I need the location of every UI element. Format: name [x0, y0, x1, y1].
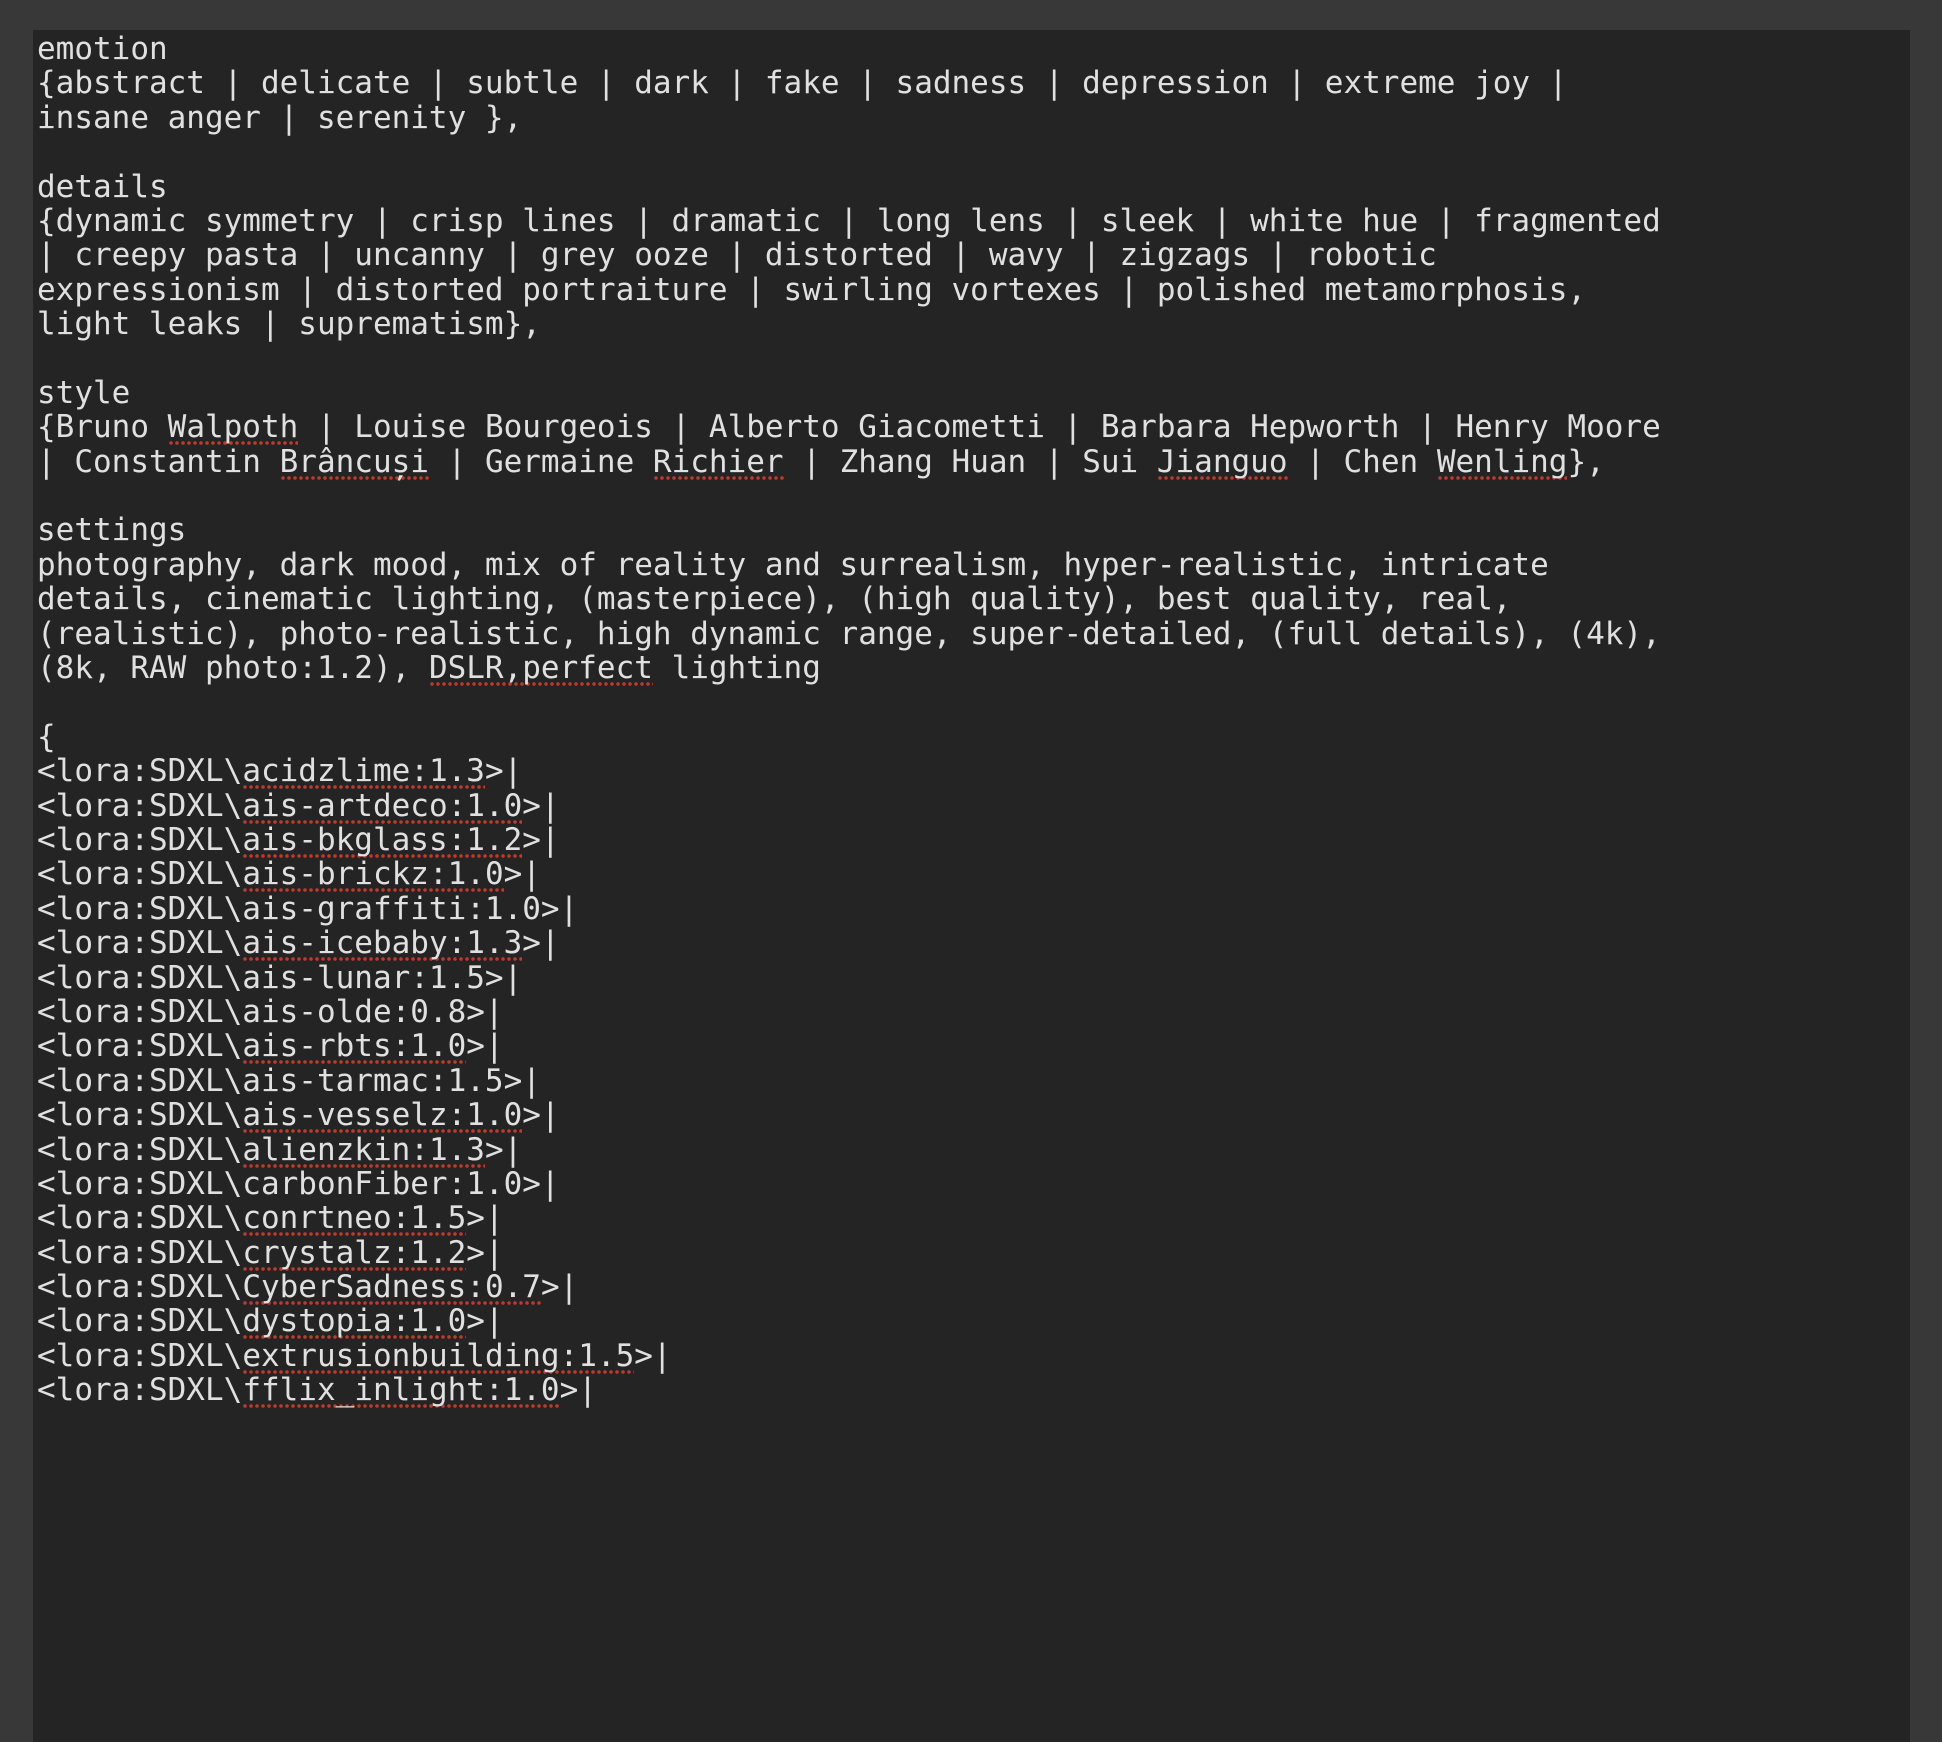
spellcheck-word: extrusionbuilding:1.5 [242, 1337, 635, 1375]
prompt-text-content[interactable]: emotion {abstract | delicate | subtle | d… [37, 31, 1910, 1410]
lora-entry: <lora:SDXL\ais-olde:0.8>| [37, 993, 504, 1030]
lora-entry: <lora:SDXL\ais-tarmac:1.5>| [37, 1062, 541, 1099]
spellcheck-word: DSLR,perfect [428, 650, 653, 688]
spellcheck-word: Brâncuși [279, 443, 429, 481]
section-line-details: expressionism | distorted portraiture | … [37, 271, 1587, 308]
section-line-style: | Constantin Brâncuși | Germaine Richier… [37, 443, 1605, 481]
lora-entry: <lora:SDXL\acidzlime:1.3>| [37, 753, 523, 791]
lora-entry: <lora:SDXL\carbonFiber:1.0>| [37, 1165, 560, 1202]
lora-entry: <lora:SDXL\ais-graffiti:1.0>| [37, 890, 579, 927]
prompt-editor-window: emotion {abstract | delicate | subtle | d… [0, 0, 1942, 1742]
section-line-details: light leaks | suprematism}, [37, 306, 541, 343]
lora-entry: <lora:SDXL\extrusionbuilding:1.5>| [37, 1337, 672, 1375]
section-heading-details: details [37, 168, 168, 205]
section-line-emotion: {abstract | delicate | subtle | dark | f… [37, 65, 1568, 102]
lora-entry: <lora:SDXL\ais-artdeco:1.0>| [37, 787, 560, 825]
lora-entry: <lora:SDXL\ais-icebaby:1.3>| [37, 925, 560, 963]
section-line-details: | creepy pasta | uncanny | grey ooze | d… [37, 237, 1437, 274]
section-line-emotion: insane anger | serenity }, [37, 99, 523, 136]
lora-entry: <lora:SDXL\ais-lunar:1.5>| [37, 959, 523, 996]
spellcheck-word: ais-artdeco:1.0 [242, 787, 523, 825]
lora-entry: <lora:SDXL\CyberSadness:0.7>| [37, 1269, 579, 1307]
section-line-settings: (realistic), photo-realistic, high dynam… [37, 615, 1661, 652]
spellcheck-word: acidzlime:1.3 [242, 753, 485, 791]
spellcheck-word: Wenling [1436, 443, 1568, 481]
lora-open-brace: { [37, 718, 56, 755]
spellcheck-word: ais-brickz:1.0 [242, 856, 504, 894]
spellcheck-word: CyberSadness:0.7 [242, 1269, 541, 1307]
section-heading-settings: settings [37, 512, 187, 549]
section-line-style: {Bruno Walpoth | Louise Bourgeois | Albe… [37, 409, 1661, 447]
spellcheck-word: ais-rbts:1.0 [242, 1028, 467, 1066]
section-line-details: {dynamic symmetry | crisp lines | dramat… [37, 202, 1661, 239]
section-line-settings: photography, dark mood, mix of reality a… [37, 546, 1549, 583]
section-heading-emotion: emotion [37, 31, 168, 67]
lora-entry: <lora:SDXL\ais-rbts:1.0>| [37, 1028, 504, 1066]
lora-entry: <lora:SDXL\fflix_inlight:1.0>| [37, 1372, 597, 1410]
lora-entry: <lora:SDXL\ais-brickz:1.0>| [37, 856, 541, 894]
section-heading-style: style [37, 374, 131, 411]
lora-entry: <lora:SDXL\ais-vesselz:1.0>| [37, 1097, 560, 1135]
spellcheck-word: conrtneo:1.5 [242, 1200, 467, 1238]
spellcheck-word: Richier [652, 443, 784, 481]
spellcheck-word: ais-vesselz:1.0 [242, 1097, 523, 1135]
spellcheck-word: alienzkin:1.3 [242, 1131, 485, 1169]
section-line-settings: (8k, RAW photo:1.2), DSLR,perfect lighti… [37, 650, 821, 688]
lora-entry: <lora:SDXL\ais-bkglass:1.2>| [37, 821, 560, 859]
section-line-settings: details, cinematic lighting, (masterpiec… [37, 581, 1512, 618]
spellcheck-word: Walpoth [167, 409, 299, 447]
lora-entry: <lora:SDXL\crystalz:1.2>| [37, 1234, 504, 1272]
prompt-textarea[interactable]: emotion {abstract | delicate | subtle | d… [33, 30, 1910, 1742]
spellcheck-word: ais-bkglass:1.2 [242, 821, 523, 859]
lora-entry: <lora:SDXL\dystopia:1.0>| [37, 1303, 504, 1341]
lora-entry: <lora:SDXL\conrtneo:1.5>| [37, 1200, 504, 1238]
spellcheck-word: Jianguo [1156, 443, 1288, 481]
spellcheck-word: ais-icebaby:1.3 [242, 925, 523, 963]
spellcheck-word: dystopia:1.0 [242, 1303, 467, 1341]
spellcheck-word: crystalz:1.2 [242, 1234, 467, 1272]
lora-entry: <lora:SDXL\alienzkin:1.3>| [37, 1131, 523, 1169]
spellcheck-word: fflix_inlight:1.0 [242, 1372, 560, 1410]
